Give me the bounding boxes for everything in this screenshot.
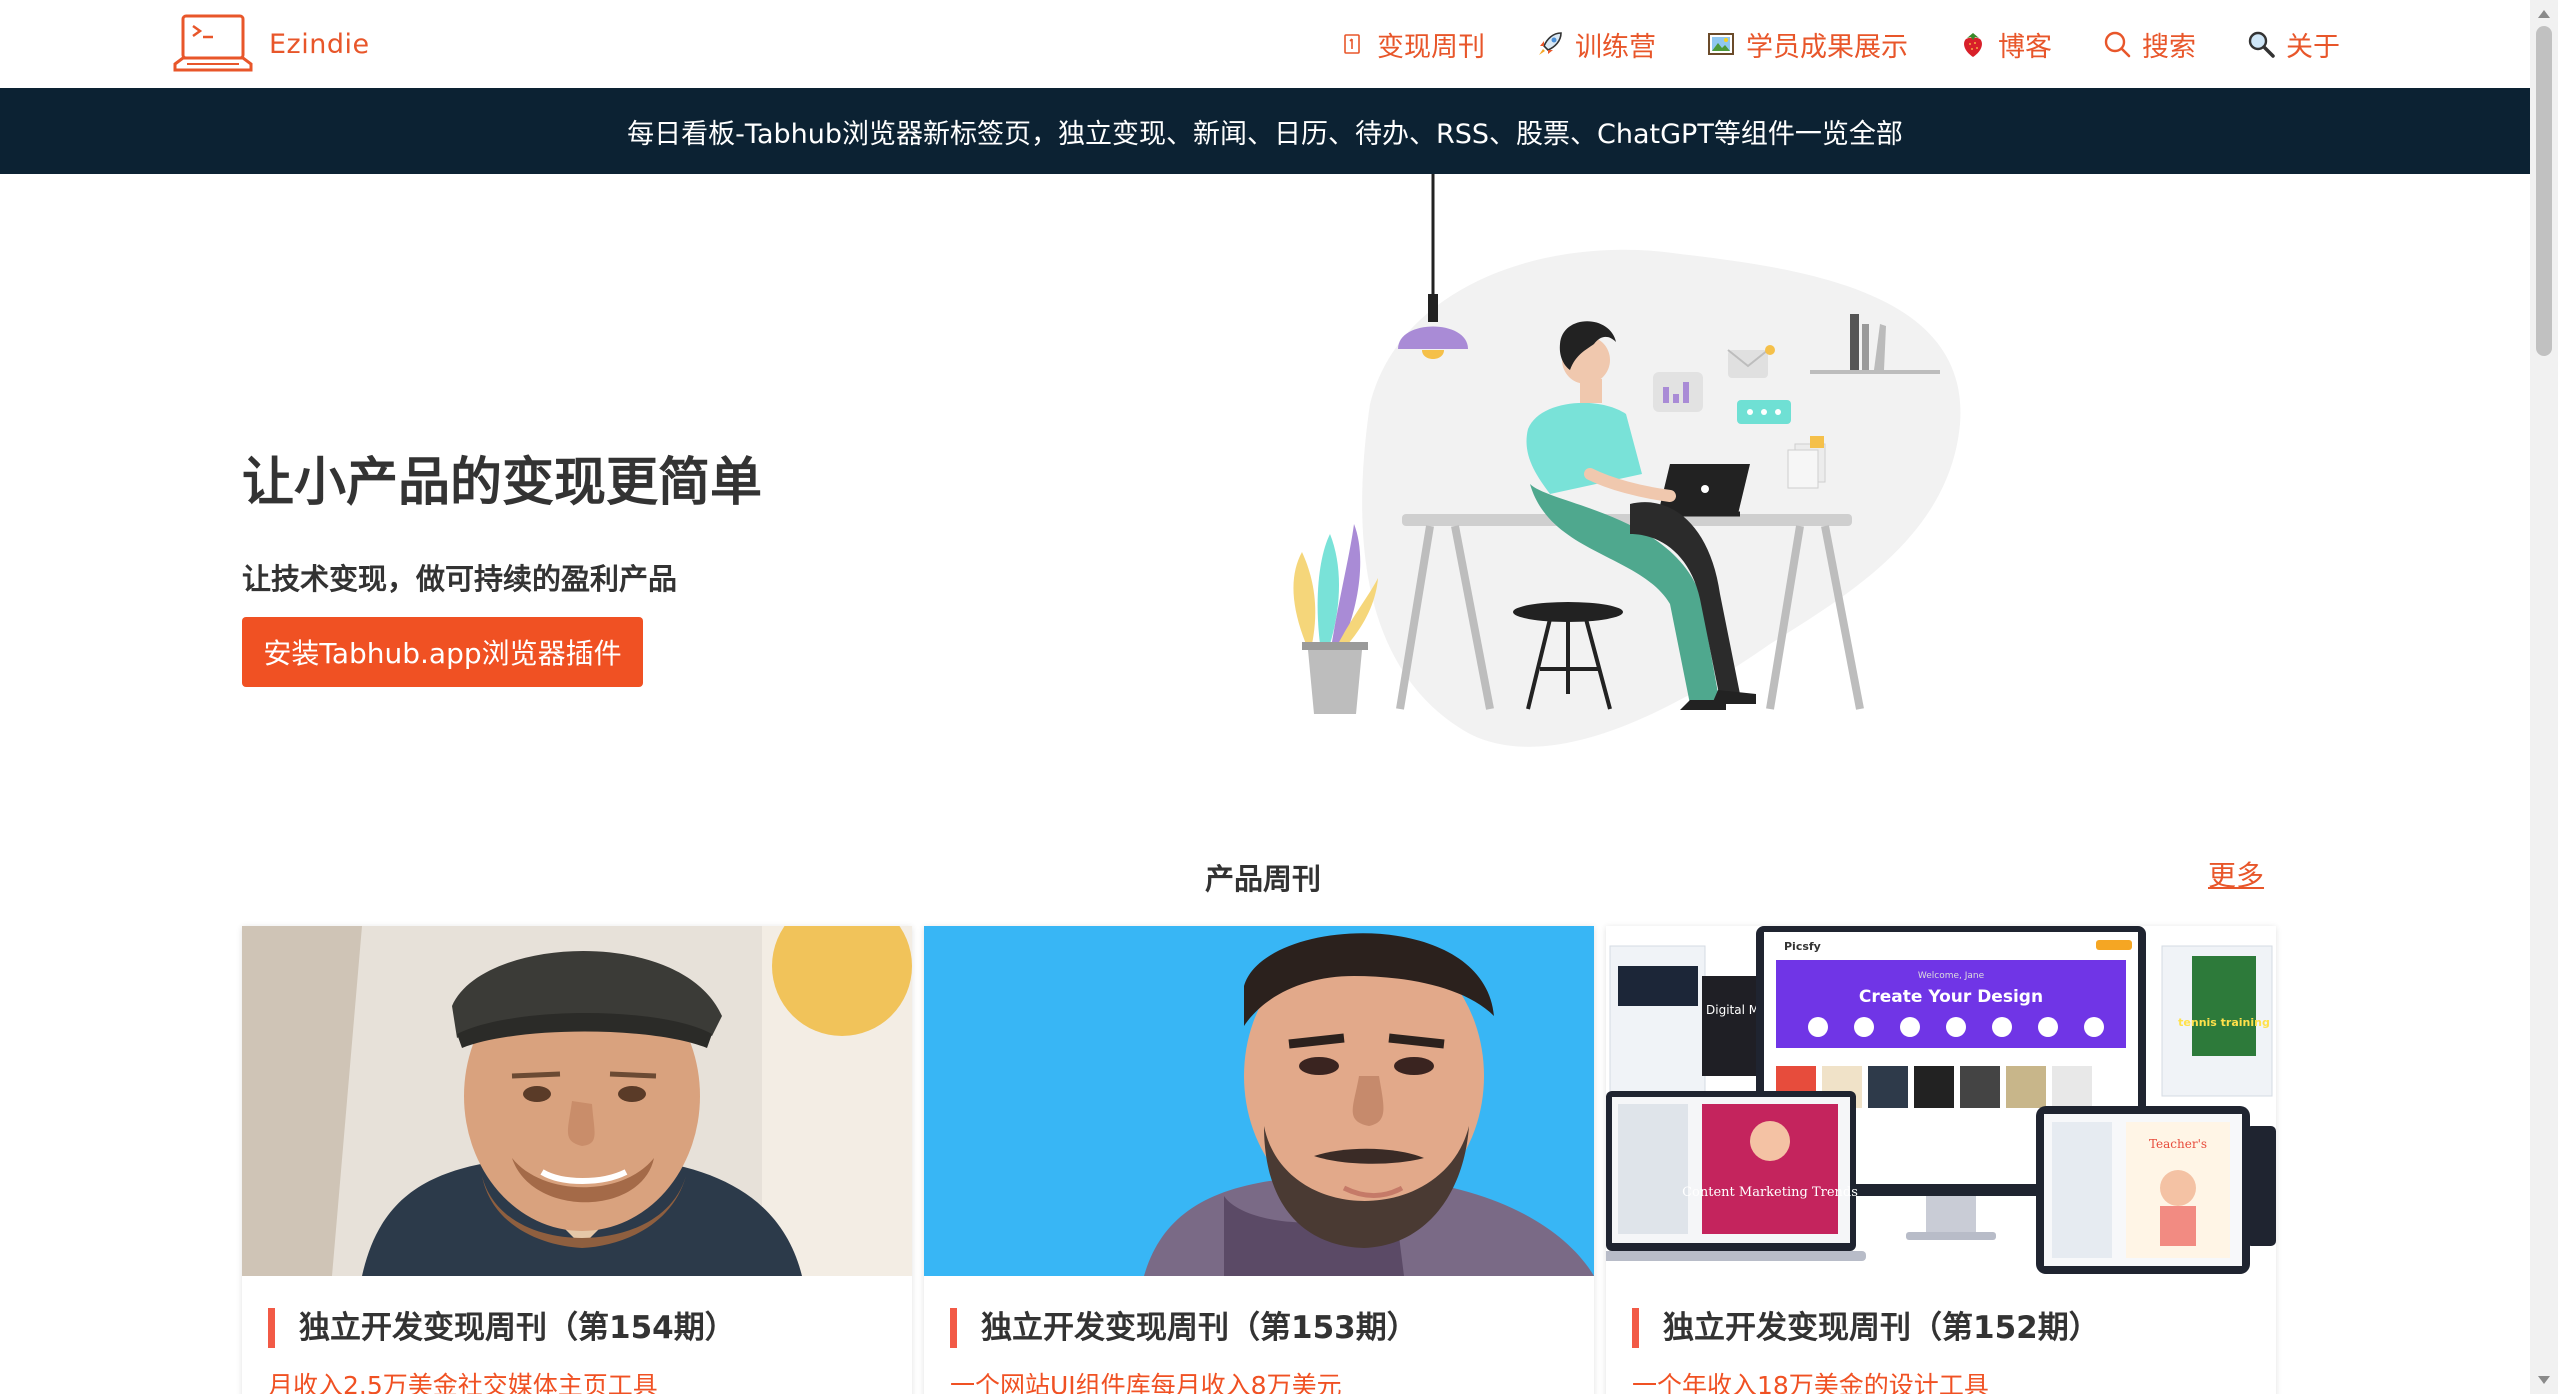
main-menu: 变现周刊 训练营 学员成果展示 博客 搜索 关于	[1287, 0, 2340, 88]
developer-workspace-illustration	[1293, 174, 1961, 747]
section-title-weekly: 产品周刊	[1205, 862, 1322, 896]
nav-item-label: 变现周刊	[1377, 31, 1485, 63]
weekly-card-154[interactable]: 独立开发变现周刊（第154期） 月收入2.5万美金社交媒体主页工具	[242, 926, 912, 1394]
app-name-text: Picsfy	[1784, 940, 1821, 953]
nav-item-weekly[interactable]: 变现周刊	[1337, 25, 1485, 64]
poster-content-marketing-text: Content Marketing Trends	[1682, 1185, 1858, 1200]
card-title: 独立开发变现周刊（第153期）	[950, 1308, 1418, 1348]
scroll-up-arrow-icon[interactable]	[2538, 10, 2550, 18]
install-extension-button[interactable]: 安装Tabhub.app浏览器插件	[242, 617, 643, 687]
nav-item-search[interactable]: 搜索	[2102, 25, 2196, 64]
weekly-card-152[interactable]: Digital Marketing Agency Picsfy Welcome,…	[1606, 926, 2276, 1394]
scrollbar-thumb[interactable]	[2536, 26, 2552, 356]
nav-item-blog[interactable]: 博客	[1958, 25, 2052, 64]
weekly-card-153[interactable]: 独立开发变现周刊（第153期） 一个网站UI组件库每月收入8万美元	[924, 926, 1594, 1394]
nav-item-label: 学员成果展示	[1746, 31, 1908, 63]
calendar-icon	[1344, 34, 1360, 54]
nav-item-label: 关于	[2286, 31, 2340, 63]
more-link[interactable]: 更多	[2208, 854, 2264, 894]
brand-name: Ezindie	[269, 28, 370, 60]
nav-item-showcase[interactable]: 学员成果展示	[1706, 25, 1908, 64]
top-navigation: Ezindie 变现周刊 训练营 学员成果展示 博客 搜索 关于	[0, 0, 2530, 88]
rocket-icon	[1539, 32, 1562, 55]
search-icon	[2104, 31, 2131, 58]
strawberry-icon	[1964, 33, 1982, 57]
nav-item-bootcamp[interactable]: 训练营	[1535, 25, 1656, 64]
hero-title: 让小产品的变现更简单	[242, 453, 763, 513]
nav-item-about[interactable]: 关于	[2246, 25, 2340, 64]
create-design-headline: Create Your Design	[1859, 987, 2043, 1007]
scroll-down-arrow-icon[interactable]	[2538, 1376, 2550, 1384]
card-subtitle: 一个年收入18万美金的设计工具	[1632, 1371, 1989, 1394]
nav-item-label: 搜索	[2142, 31, 2196, 63]
laptop-terminal-icon	[173, 14, 253, 72]
brand-home-link[interactable]: Ezindie	[173, 12, 370, 76]
magnifier-icon	[2248, 31, 2275, 58]
nav-item-label: 训练营	[1575, 31, 1656, 63]
card-subtitle: 月收入2.5万美金社交媒体主页工具	[268, 1371, 658, 1394]
nav-item-label: 博客	[1998, 31, 2052, 63]
poster-teacher-text: Teacher's	[2149, 1137, 2207, 1151]
card-image-portrait-blue	[924, 926, 1594, 1276]
welcome-text: Welcome, Jane	[1918, 971, 1985, 981]
picture-icon	[1708, 33, 1734, 55]
poster-tennis-text: tennis training	[2178, 1016, 2270, 1029]
card-image-design-tool-devices: Digital Marketing Agency Picsfy Welcome,…	[1606, 926, 2276, 1276]
hero-subtitle: 让技术变现，做可持续的盈利产品	[242, 562, 678, 596]
card-title: 独立开发变现周刊（第152期）	[1632, 1308, 2100, 1348]
card-image-portrait-cap	[242, 926, 912, 1276]
announcement-banner[interactable]: 每日看板-Tabhub浏览器新标签页，独立变现、新闻、日历、待办、RSS、股票、…	[0, 88, 2530, 174]
card-subtitle: 一个网站UI组件库每月收入8万美元	[950, 1371, 1342, 1394]
card-title: 独立开发变现周刊（第154期）	[268, 1308, 736, 1348]
page-scrollbar[interactable]	[2530, 0, 2558, 1394]
